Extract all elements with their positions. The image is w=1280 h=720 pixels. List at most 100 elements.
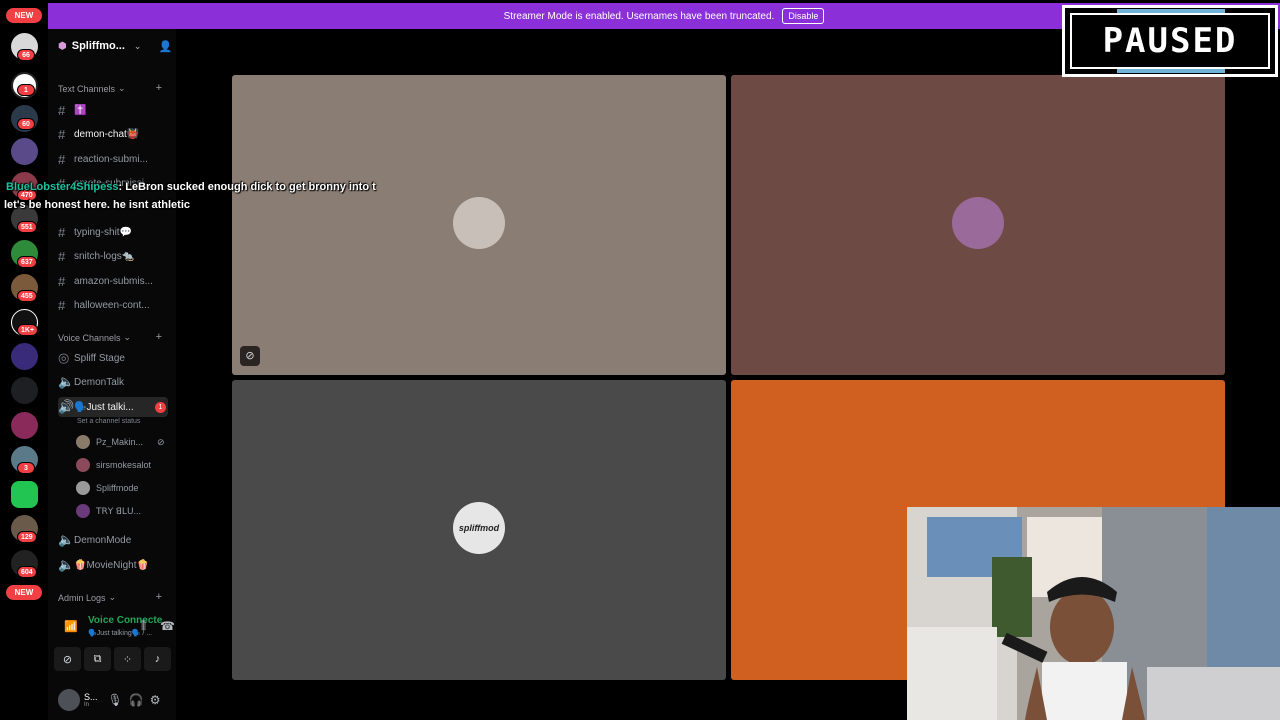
channel-status[interactable]: Set a channel status [77,418,140,425]
noise-suppression-icon[interactable]: ⫼ [141,620,146,633]
camera-off-icon: ⊘ [62,653,73,666]
mention-badge: 60 [17,118,35,130]
server-icon-10[interactable] [11,343,38,370]
user-panel: S... In 🎙 🎧 ⚙ [52,684,172,716]
hash-icon: # [58,248,66,264]
voice-channel-item[interactable]: 🔈 DemonTalk [58,372,168,392]
category-label: Voice Channels [58,332,121,343]
speaker-icon: 🔈 [58,532,75,547]
paused-accent-bar [1117,69,1225,73]
channel-label: snitch-logs🐀 [74,250,135,262]
mention-badge: 604 [17,566,37,578]
screen-share-icon: ⧉ [93,652,102,665]
voice-connected-panel: 📶 Voice Connecte 🗣️Just talking🗣️ / ... … [54,612,175,678]
mention-badge: 3 [17,462,35,474]
hash-icon: # [58,297,66,313]
channel-label: halloween-cont... [74,299,150,311]
screen: NEW 66 1 60 470 551 637 455 1K+ 3 129 60… [0,0,1280,720]
chevron-down-icon: ⌄ [123,332,132,342]
hash-icon: # [58,224,66,240]
avatar[interactable] [58,689,80,711]
add-channel-icon[interactable]: + [156,82,162,94]
voice-channel-item[interactable]: 🔈 🍿MovieNight🍿 [58,555,168,575]
activities-button[interactable]: ⁘ [114,647,141,671]
voice-channel-item[interactable]: 🔈 DemonMode [58,530,168,550]
server-icon-4[interactable] [11,138,38,165]
category-text-channels[interactable]: Text Channels ⌄ [58,83,126,94]
participant-avatar [952,197,1004,249]
channel-item[interactable]: # amazon-submis... [58,271,168,291]
speaker-icon: 🔈 [58,557,75,572]
voice-user[interactable]: Pz_Makin... ⊘ [76,435,165,449]
channel-item[interactable]: # snitch-logs🐀 [58,246,168,266]
banner-text: Streamer Mode is enabled. Usernames have… [503,10,775,22]
channel-label: Spliff Stage [74,352,125,364]
paused-accent-bar [1117,9,1225,13]
voice-user-name: ꓔꓣꓬ ꓭꓡꓴ... [96,505,142,516]
chat-author: BlueLobster4Shipess [6,181,119,193]
server-icon-14[interactable] [11,481,38,508]
voice-user[interactable]: ꓔꓣꓬ ꓭꓡꓴ... [76,504,141,518]
video-tile-2[interactable] [731,75,1225,375]
video-tile-3[interactable]: spliffmod [232,380,726,680]
activities-icon: ⁘ [122,653,133,666]
channel-label: reaction-submi... [74,153,148,165]
channel-item[interactable]: # demon-chat👹 [58,124,168,144]
voice-user[interactable]: Spliffmode [76,481,138,495]
headphones-icon[interactable]: 🎧 [129,693,144,707]
voice-connected-title[interactable]: Voice Connecte [88,615,162,626]
channel-item[interactable]: # halloween-cont... [58,295,168,315]
gear-icon[interactable]: ⚙ [150,693,161,707]
mention-badge: 1K+ [17,324,39,336]
add-channel-icon[interactable]: + [156,331,162,343]
server-boost-icon: ⬢ [58,40,67,52]
avatar [76,481,90,495]
server-icon-11[interactable] [11,377,38,404]
mention-badge: 455 [17,290,37,302]
server-icon-12[interactable] [11,412,38,439]
disable-button[interactable]: Disable [782,8,825,24]
disconnect-icon[interactable]: ☎ [160,619,175,633]
soundboard-icon: ♪ [154,653,161,665]
stage-icon: ◎ [58,350,70,365]
voice-channel-item-active[interactable]: 🔊 🗣️Just talki... 1 [58,397,168,417]
new-indicator-bottom[interactable]: NEW [6,585,42,600]
add-member-icon[interactable]: 👤 [158,40,172,53]
channel-label: demon-chat👹 [74,128,140,140]
channel-item[interactable]: # typing-shit💬 [58,222,168,242]
channel-item[interactable]: # reaction-submi... [58,149,168,169]
paused-text: PAUSED [1102,21,1238,61]
voice-channel-item[interactable]: ◎ Spliff Stage [58,348,168,368]
mention-badge: 1 [17,84,35,96]
chevron-down-icon: ⌄ [118,83,126,93]
voice-user[interactable]: sirsmokesalot [76,458,151,472]
add-channel-icon[interactable]: + [156,591,162,603]
new-indicator-top[interactable]: NEW [6,8,42,23]
chat-message: : LeBron sucked enough dick to get bronn… [118,181,376,193]
soundboard-button[interactable]: ♪ [144,647,171,671]
user-info[interactable]: S... In [84,692,98,708]
video-tile-1[interactable]: ⊘ [232,75,726,375]
signal-icon: 📶 [64,621,78,633]
speaker-icon: 🔈 [58,374,75,389]
channel-item[interactable]: # ✝️ [58,100,168,120]
hash-icon: # [58,273,66,289]
screen-share-button[interactable]: ⧉ [84,647,111,671]
mention-badge: 129 [17,531,37,543]
channel-label: 🍿MovieNight🍿 [74,559,149,571]
category-voice-channels[interactable]: Voice Channels ⌄ [58,332,131,343]
server-rail: NEW 66 1 60 470 551 637 455 1K+ 3 129 60… [0,0,48,720]
camera-off-button[interactable]: ⊘ [54,647,81,671]
speaker-icon: 🔊 [58,399,75,414]
server-header[interactable]: ⬢ Spliffmo... ⌄ 👤 [48,29,176,63]
muted-icon: ⊘ [240,346,260,366]
muted-video-icon: ⊘ [157,436,165,447]
voice-user-name: sirsmokesalot [96,460,152,470]
chat-message: let's be honest here. he isnt athletic [4,199,190,211]
category-label: Text Channels [58,83,116,94]
avatar [76,435,90,449]
category-admin-logs[interactable]: Admin Logs ⌄ [58,592,116,603]
channel-label: amazon-submis... [74,275,153,287]
channel-label: typing-shit💬 [74,226,133,238]
microphone-icon[interactable]: 🎙 [108,693,123,707]
